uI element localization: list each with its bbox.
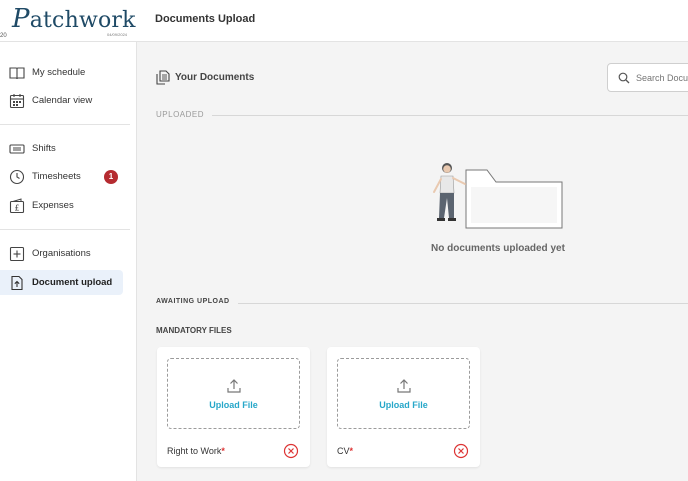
remove-icon[interactable] <box>453 443 469 459</box>
required-asterisk: * <box>349 446 354 456</box>
sidebar-item-calendar-view[interactable]: Calendar view <box>0 88 123 113</box>
search-icon <box>618 72 630 84</box>
sidebar-item-timesheets[interactable]: Timesheets 1 <box>0 164 123 189</box>
sidebar-item-expenses[interactable]: £ Expenses <box>0 193 123 218</box>
sidebar-item-shifts[interactable]: Shifts <box>0 136 123 161</box>
page-title: Documents Upload <box>155 13 256 25</box>
sidebar-item-organisations[interactable]: Organisations <box>0 241 123 266</box>
logo-subtext: 04/09/2024 <box>107 32 128 37</box>
uploaded-divider <box>156 115 688 116</box>
pound-wallet-icon: £ <box>9 198 25 214</box>
sidebar-divider <box>0 124 130 125</box>
file-name-text: CV <box>337 446 350 456</box>
file-name-text: Right to Work <box>167 446 222 456</box>
required-asterisk: * <box>221 446 225 456</box>
logo-text: atchwork <box>29 8 136 33</box>
remove-icon[interactable] <box>283 443 299 459</box>
sidebar: My schedule Calendar view Shifts Timeshe… <box>0 42 137 481</box>
logo-left-fragment: 20 <box>0 33 7 39</box>
upload-dropzone[interactable]: Upload File <box>167 358 300 429</box>
sidebar-item-label: Calendar view <box>32 95 93 106</box>
search-input[interactable] <box>636 70 688 86</box>
book-icon <box>9 67 25 80</box>
sidebar-divider <box>0 229 130 230</box>
file-upload-icon <box>11 275 23 291</box>
sidebar-item-label: My schedule <box>32 67 86 78</box>
section-title: Your Documents <box>175 72 255 83</box>
empty-state-text: No documents uploaded yet <box>431 243 565 254</box>
sidebar-item-my-schedule[interactable]: My schedule <box>0 60 123 85</box>
awaiting-label: AWAITING UPLOAD <box>156 298 238 305</box>
sidebar-item-label: Organisations <box>32 248 91 259</box>
svg-text:£: £ <box>14 204 19 213</box>
clock-icon <box>9 169 25 185</box>
documents-icon <box>156 70 170 85</box>
upload-file-label: Upload File <box>379 400 428 410</box>
file-card-cv: Upload File CV* <box>327 347 480 467</box>
main-content: Your Documents UPLOADED No documents upl… <box>137 42 688 481</box>
search-field[interactable] <box>607 63 688 92</box>
empty-folder-illustration <box>433 163 563 229</box>
ticket-icon <box>9 144 25 154</box>
patchwork-logo[interactable]: Patchwork <box>12 4 136 34</box>
uploaded-label: UPLOADED <box>156 110 213 119</box>
calendar-icon <box>9 94 25 109</box>
upload-file-label: Upload File <box>209 400 258 410</box>
sidebar-item-document-upload[interactable]: Document upload <box>0 270 123 295</box>
upload-dropzone[interactable]: Upload File <box>337 358 470 429</box>
file-card-right-to-work: Upload File Right to Work* <box>157 347 310 467</box>
plus-square-icon <box>9 246 25 262</box>
file-name: CV* <box>337 446 353 456</box>
upload-icon <box>397 379 411 393</box>
sidebar-item-label: Document upload <box>32 277 113 288</box>
sidebar-item-label: Shifts <box>32 143 56 154</box>
sidebar-item-label: Expenses <box>32 200 74 211</box>
sidebar-item-label: Timesheets <box>32 171 81 182</box>
upload-icon <box>227 379 241 393</box>
mandatory-files-title: MANDATORY FILES <box>156 326 232 335</box>
notification-badge: 1 <box>104 170 118 184</box>
file-name: Right to Work* <box>167 446 225 456</box>
top-header: Patchwork 04/09/2024 20 Documents Upload <box>0 0 688 42</box>
logo-initial: P <box>12 4 30 34</box>
